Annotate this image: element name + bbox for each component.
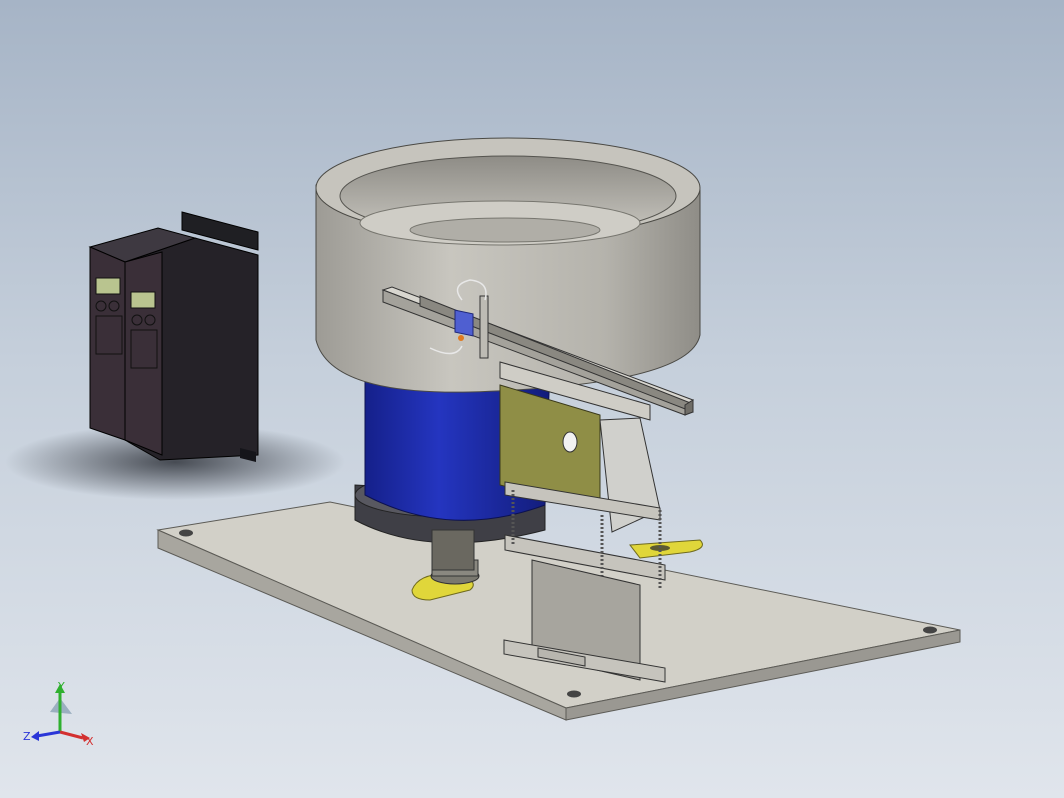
mounting-hole [923,626,937,634]
controller-display [130,291,156,309]
coordinate-triad-icon[interactable]: Y X Z [20,676,100,746]
vibration-foot-right[interactable] [629,539,703,559]
controller-display [95,277,121,295]
cad-graphics-viewport[interactable]: Y X Z [0,0,1064,798]
mounting-hole [567,690,581,698]
bracket-hole [562,431,578,453]
triad-x-label: X [86,735,94,746]
triad-z-label: Z [23,730,31,743]
triad-x-axis [59,730,84,740]
mounting-hole [179,529,193,537]
triad-z-arrow-icon [31,731,39,741]
sensor-indicator-icon [458,335,464,341]
vibratory-bowl[interactable] [315,137,701,393]
triad-y-label: Y [57,680,65,693]
triad-z-axis [36,730,61,738]
feeder-assembly-model[interactable] [0,0,1064,798]
